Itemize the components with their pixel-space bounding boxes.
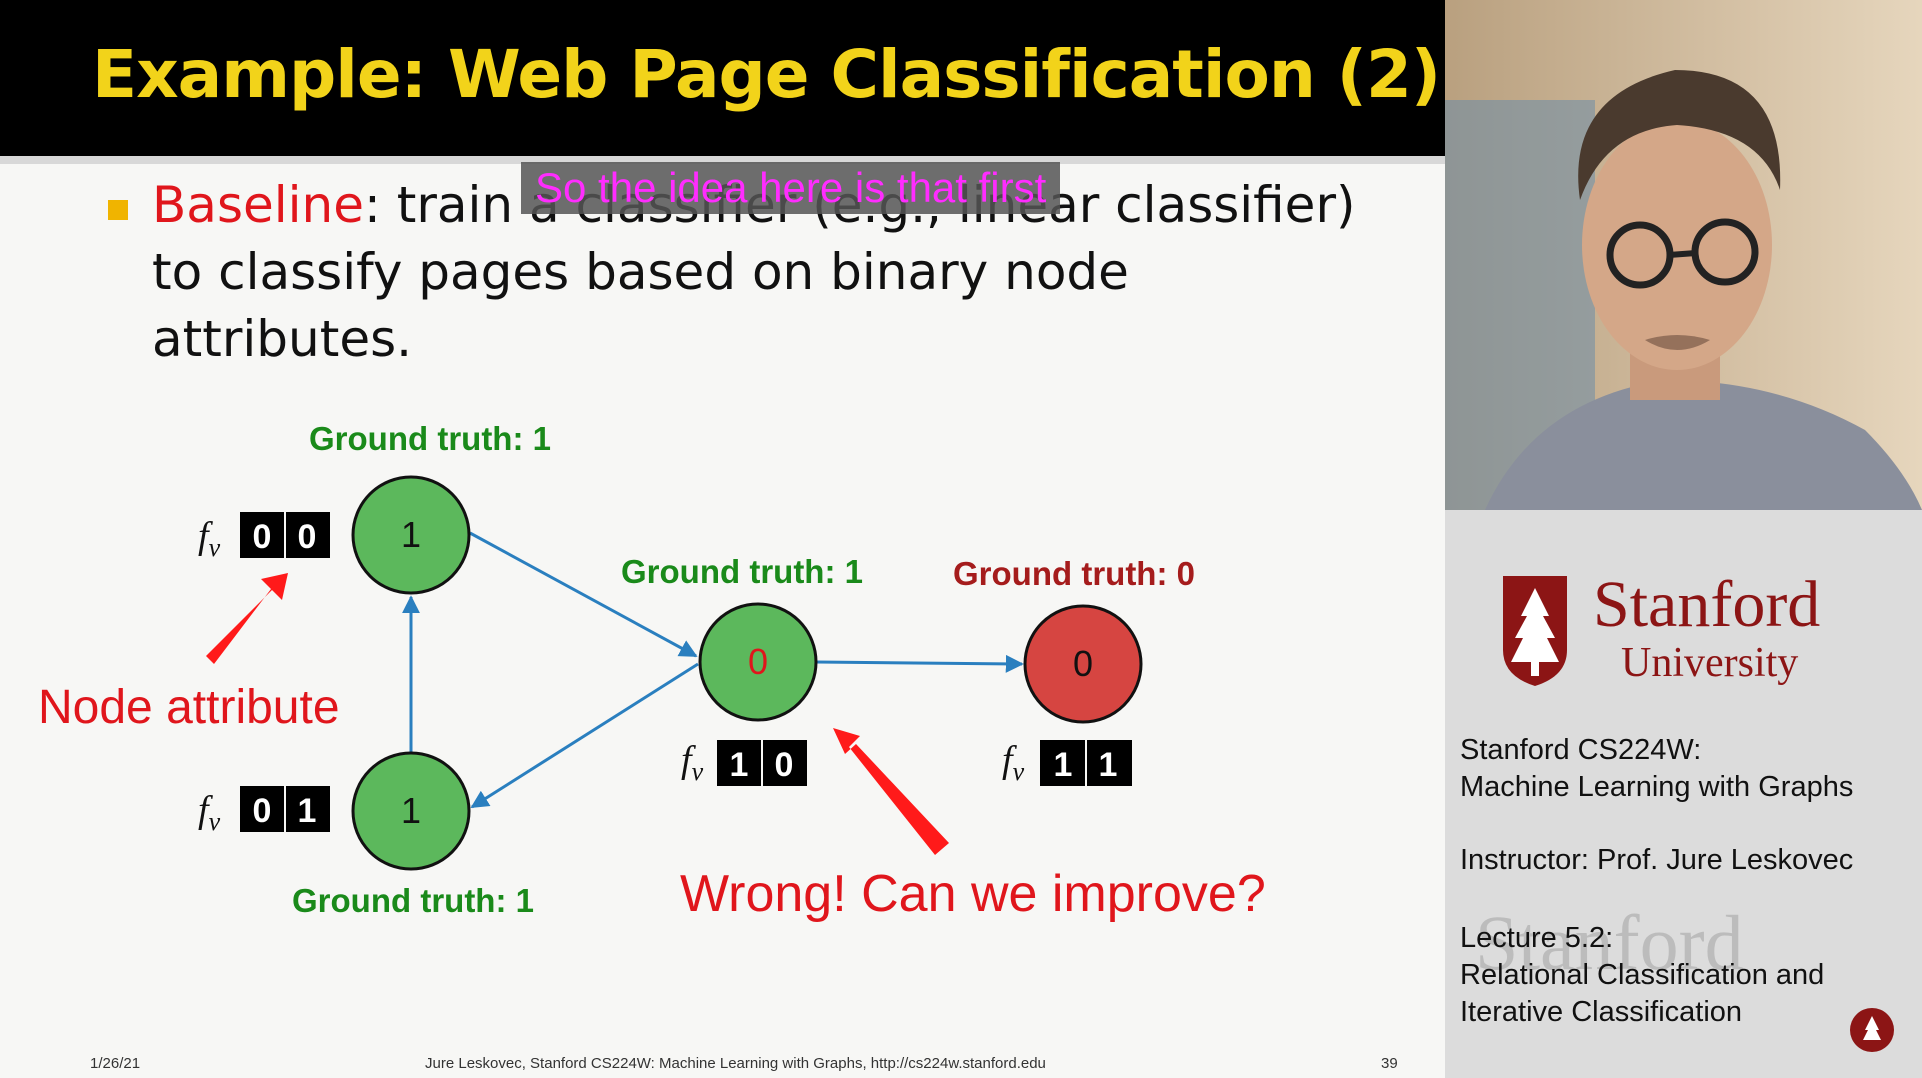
node-middle-label: 0 (748, 641, 768, 682)
ground-truth-bottom-left: Ground truth: 1 (292, 882, 534, 919)
ground-truth-middle: Ground truth: 1 (621, 553, 863, 590)
stanford-tree-logo-icon (1503, 576, 1567, 686)
node-attribute-label: Node attribute (38, 681, 340, 734)
red-arrow-wrong (833, 728, 949, 855)
stanford-wordmark: Stanford (1593, 568, 1821, 641)
feature-bit: 0 (253, 518, 272, 556)
feature-bit: 1 (1054, 746, 1073, 784)
feature-symbol: fv (681, 739, 704, 786)
lecture-title: Lecture 5.2: Relational Classification a… (1460, 922, 1825, 1028)
webcam-image (1445, 0, 1922, 510)
feature-bit: 1 (730, 746, 749, 784)
feature-bit: 1 (1099, 746, 1118, 784)
feature-symbol: fv (1002, 739, 1025, 786)
node-top-left-label: 1 (401, 514, 421, 555)
subtitle-caption: So the idea here is that first (521, 162, 1061, 214)
footer-page-number: 39 (1381, 1055, 1398, 1072)
university-wordmark: University (1621, 640, 1799, 686)
node-bottom-left-label: 1 (401, 790, 421, 831)
feature-bit: 0 (775, 746, 794, 784)
edge-topleft-to-middle (469, 531, 698, 658)
feature-vector-right: fv 1 1 (1002, 739, 1132, 786)
footer-date: 1/26/21 (90, 1055, 141, 1072)
edge-middle-to-right (815, 654, 1024, 673)
course-title: Stanford CS224W: Machine Learning with G… (1460, 734, 1854, 803)
edge-middle-to-bottomleft (470, 662, 699, 809)
footer-credit: Jure Leskovec, Stanford CS224W: Machine … (425, 1055, 1046, 1072)
lecture-slide: Example: Web Page Classification (2) Bas… (0, 0, 1445, 1078)
feature-bit: 0 (298, 518, 317, 556)
feature-symbol: fv (198, 789, 221, 836)
feature-bit: 0 (253, 792, 272, 830)
course-info-panel: Stanford University Stanford Stanford CS… (1445, 510, 1922, 1078)
instructor-webcam (1445, 0, 1922, 510)
wrong-label: Wrong! Can we improve? (680, 865, 1266, 923)
stanford-online-badge-icon (1850, 1008, 1894, 1052)
feature-bit: 1 (298, 792, 317, 830)
instructor-name: Instructor: Prof. Jure Leskovec (1460, 844, 1854, 876)
feature-vector-middle: fv 1 0 (681, 739, 807, 786)
ground-truth-top-left: Ground truth: 1 (309, 420, 551, 457)
node-right-label: 0 (1073, 643, 1093, 684)
feature-vector-bottom-left: fv 0 1 (198, 786, 330, 836)
red-arrow-node-attribute (206, 573, 288, 664)
feature-symbol: fv (198, 515, 221, 562)
feature-vector-top-left: fv 0 0 (198, 512, 330, 562)
ground-truth-right: Ground truth: 0 (953, 555, 1195, 592)
